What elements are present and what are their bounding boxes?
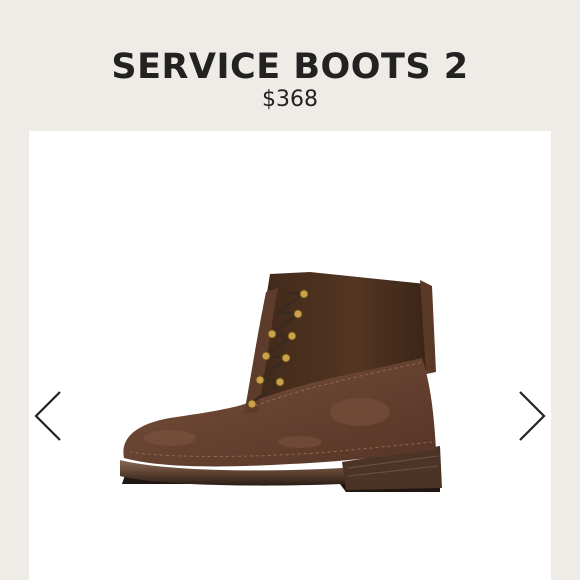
previous-image-button[interactable] (30, 386, 70, 446)
chevron-right-icon (519, 391, 546, 441)
product-price: $368 (262, 87, 318, 112)
product-title: SERVICE BOOTS 2 (111, 47, 469, 88)
boot-image (120, 272, 442, 492)
next-image-button[interactable] (512, 386, 552, 446)
chevron-left-icon (34, 391, 61, 441)
